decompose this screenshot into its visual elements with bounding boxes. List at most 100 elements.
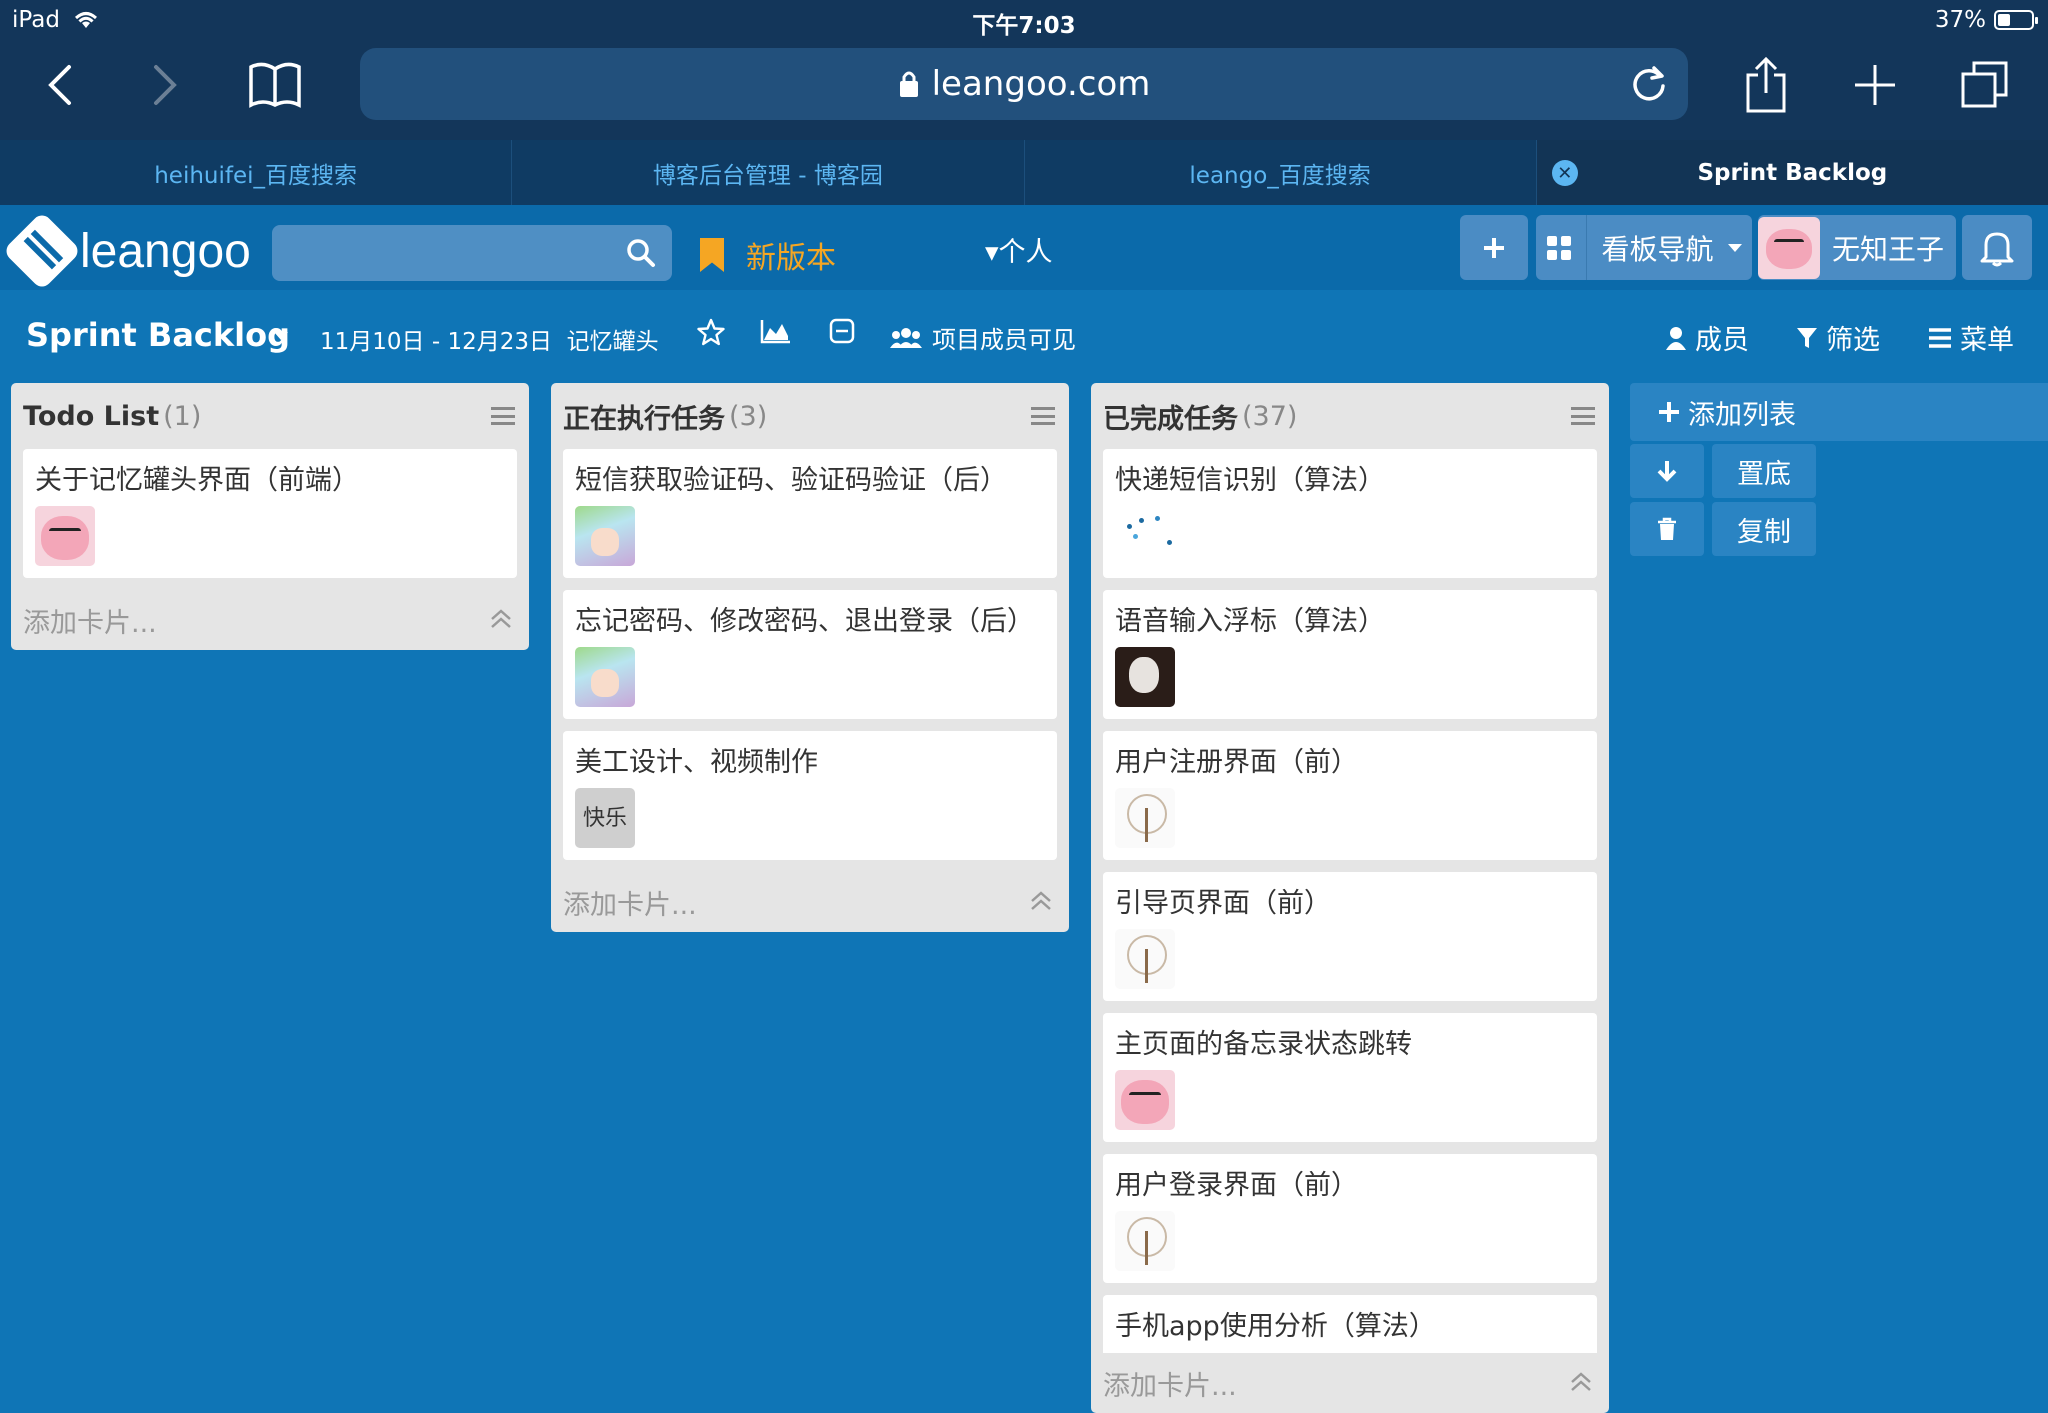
card[interactable]: 用户登录界面（前） (1103, 1154, 1597, 1283)
add-card-button[interactable]: 添加卡片... (551, 872, 1069, 932)
browser-tab[interactable]: 博客后台管理 - 博客园 (512, 140, 1025, 205)
collapse-icon[interactable] (829, 318, 855, 344)
forward-button[interactable] (135, 55, 195, 115)
new-version-label: 新版本 (746, 241, 836, 276)
arrow-down-icon (1657, 461, 1677, 482)
card[interactable]: 手机app使用分析（算法） (1103, 1295, 1597, 1353)
trash-icon (1658, 517, 1676, 540)
card[interactable]: 美工设计、视频制作 快乐 (563, 731, 1057, 860)
bookmarks-button[interactable] (240, 55, 310, 115)
card[interactable]: 引导页界面（前） (1103, 872, 1597, 1001)
card-member-avatar (1115, 506, 1175, 566)
hamburger-icon (1929, 327, 1951, 348)
add-list-button[interactable]: 添加列表 (1630, 383, 2048, 441)
app-header: leangoo 新版本 ▾个人 看板导航 无知王子 (0, 205, 2048, 291)
list-header[interactable]: 已完成任务 (37) (1091, 383, 1609, 449)
visibility-button[interactable]: 项目成员可见 (890, 320, 1076, 355)
list-menu-icon[interactable] (1031, 407, 1055, 425)
caret-down-icon[interactable] (274, 332, 288, 340)
tab-label: Sprint Backlog (1697, 159, 1888, 186)
card[interactable]: 主页面的备忘录状态跳转 (1103, 1013, 1597, 1142)
card-title: 忘记密码、修改密码、退出登录（后） (575, 606, 1034, 637)
card-title: 主页面的备忘录状态跳转 (1115, 1029, 1412, 1060)
double-chevron-up-icon[interactable] (489, 608, 513, 630)
add-card-label: 添加卡片... (1103, 1370, 1237, 1402)
url-text: leangoo.com (931, 64, 1151, 104)
card[interactable]: 关于记忆罐头界面（前端） (23, 449, 517, 578)
close-tab-icon[interactable]: ✕ (1551, 160, 1578, 186)
card[interactable]: 忘记密码、修改密码、退出登录（后） (563, 590, 1057, 719)
search-input[interactable] (272, 225, 672, 281)
delete-icon-button[interactable] (1630, 502, 1704, 556)
card-title: 用户注册界面（前） (1115, 747, 1358, 778)
list-header[interactable]: 正在执行任务 (3) (551, 383, 1069, 449)
search-icon[interactable] (626, 238, 656, 268)
tabs-icon (1961, 61, 2008, 108)
add-card-button[interactable]: 添加卡片... (1091, 1353, 1609, 1413)
board-nav-button[interactable]: 看板导航 (1536, 215, 1752, 280)
card[interactable]: 用户注册界面（前） (1103, 731, 1597, 860)
reload-icon[interactable] (1630, 64, 1668, 104)
move-bottom-icon-button[interactable] (1630, 444, 1704, 498)
new-tab-button[interactable] (1845, 55, 1905, 115)
list-menu-icon[interactable] (1571, 407, 1595, 425)
list-title: 已完成任务 (1103, 403, 1238, 435)
card[interactable]: 语音输入浮标（算法） (1103, 590, 1597, 719)
card-title: 语音输入浮标（算法） (1115, 606, 1385, 637)
copy-button[interactable]: 复制 (1712, 502, 1816, 556)
add-button[interactable] (1460, 215, 1528, 280)
chevron-left-icon (48, 65, 71, 105)
user-menu[interactable]: 无知王子 (1758, 215, 1956, 280)
menu-button[interactable]: 菜单 (1928, 318, 2014, 357)
notifications-button[interactable] (1962, 215, 2032, 280)
back-button[interactable] (30, 55, 90, 115)
card-member-avatar (1115, 929, 1175, 989)
double-chevron-up-icon[interactable] (1569, 1371, 1593, 1393)
list-title: 正在执行任务 (563, 403, 725, 435)
address-bar[interactable]: leangoo.com (360, 48, 1688, 120)
card-member-tag: 快乐 (575, 788, 635, 848)
add-card-button[interactable]: 添加卡片... (11, 590, 529, 650)
list-todo: Todo List (1) 关于记忆罐头界面（前端） 添加卡片... (11, 383, 529, 650)
logo-icon (2, 211, 82, 291)
card-member-avatar (35, 506, 95, 566)
chart-icon[interactable] (760, 318, 792, 344)
card[interactable]: 快递短信识别（算法） (1103, 449, 1597, 578)
card[interactable]: 短信获取验证码、验证码验证（后） (563, 449, 1057, 578)
share-icon (1746, 57, 1786, 113)
list-count: (1) (163, 400, 202, 432)
card-title: 快递短信识别（算法） (1115, 465, 1385, 496)
list-header[interactable]: Todo List (1) (11, 383, 529, 449)
project-name[interactable]: 记忆罐头 (567, 329, 659, 355)
personal-dropdown[interactable]: ▾个人 (985, 230, 1053, 269)
status-bar: iPad 下午7:03 37% (0, 0, 2048, 40)
browser-tab[interactable]: heihuifei_百度搜索 (0, 140, 513, 205)
leangoo-logo[interactable]: leangoo (2, 211, 251, 291)
double-chevron-up-icon[interactable] (1029, 890, 1053, 912)
board-header: Sprint Backlog 11月10日 - 12月23日 记忆罐头 项目成员… (0, 290, 2048, 380)
star-icon[interactable] (697, 318, 725, 346)
move-bottom-button[interactable]: 置底 (1712, 444, 1816, 498)
share-button[interactable] (1736, 55, 1796, 115)
new-version-link[interactable]: 新版本 (700, 233, 836, 277)
plus-icon (1484, 237, 1504, 258)
filter-button[interactable]: 筛选 (1796, 318, 1880, 357)
board-dates: 11月10日 - 12月23日 记忆罐头 (320, 322, 659, 356)
chevron-right-icon (154, 65, 177, 105)
list-in-progress: 正在执行任务 (3) 短信获取验证码、验证码验证（后） 忘记密码、修改密码、退出… (551, 383, 1069, 932)
card-title: 手机app使用分析（算法） (1115, 1311, 1436, 1342)
browser-tab-active[interactable]: ✕ Sprint Backlog (1536, 140, 2048, 205)
list-done: 已完成任务 (37) 快递短信识别（算法） 语音输入浮标（算法） 用户注册界面（… (1091, 383, 1609, 1413)
status-time: 下午7:03 (972, 13, 1076, 39)
tab-label: heihuifei_百度搜索 (154, 162, 358, 189)
add-card-label: 添加卡片... (563, 889, 697, 921)
list-menu-icon[interactable] (491, 407, 515, 425)
card-scroll-area[interactable]: 快递短信识别（算法） 语音输入浮标（算法） 用户注册界面（前） 引导页界面（前）… (1091, 449, 1609, 1353)
board-title[interactable]: Sprint Backlog (26, 316, 290, 354)
card-title: 用户登录界面（前） (1115, 1170, 1358, 1201)
tabs-button[interactable] (1955, 55, 2015, 115)
browser-tabs: heihuifei_百度搜索 博客后台管理 - 博客园 leango_百度搜索 … (0, 140, 2048, 205)
browser-tab[interactable]: leango_百度搜索 (1025, 140, 1537, 205)
board-nav-label: 看板导航 (1601, 232, 1714, 266)
members-button[interactable]: 成员 (1665, 318, 1749, 357)
